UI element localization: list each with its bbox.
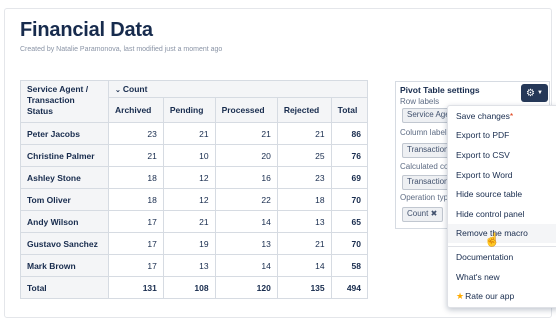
menu-item-export-csv[interactable]: Export to CSV — [448, 146, 556, 165]
page-byline: Created by Natalie Paramonova, last modi… — [20, 46, 223, 53]
settings-gear-button[interactable]: ⚙ ▼ — [521, 84, 548, 102]
table-cell: 23 — [108, 122, 164, 145]
row-total: 70 — [330, 188, 369, 211]
menu-item-export-pdf[interactable]: Export to PDF — [448, 126, 556, 145]
pivot-table: Service Agent / Transaction Status ⌄ Coun… — [20, 80, 369, 299]
table-cell: 22 — [214, 188, 278, 211]
row-agent: Gustavo Sanchez — [20, 232, 109, 255]
table-row: Ashley Stone 18 12 16 23 69 — [20, 166, 369, 189]
row-total: 70 — [330, 232, 369, 255]
row-total: 86 — [330, 122, 369, 145]
row-total: 58 — [330, 254, 369, 277]
table-cell: 135 — [276, 276, 332, 299]
row-total: 65 — [330, 210, 369, 233]
settings-dropdown-menu: Save changes* Export to PDF Export to CS… — [447, 105, 556, 308]
table-cell: 12 — [162, 166, 216, 189]
total-row: Total 131 108 120 135 494 — [20, 276, 369, 299]
column-header-archived: Archived — [108, 97, 164, 123]
column-labels-label: Column labels — [400, 128, 448, 137]
table-row: Peter Jacobs 23 21 21 21 86 — [20, 122, 369, 145]
row-agent: Ashley Stone — [20, 166, 109, 189]
menu-item-documentation[interactable]: Documentation — [448, 248, 556, 267]
table-cell: 18 — [108, 188, 164, 211]
table-cell: 17 — [108, 232, 164, 255]
table-cell: 16 — [214, 166, 278, 189]
table-cell: 20 — [214, 144, 278, 167]
gear-icon: ⚙ — [526, 87, 535, 99]
operation-type-label: Operation type — [400, 193, 448, 202]
row-agent: Tom Oliver — [20, 188, 109, 211]
table-cell: 14 — [276, 254, 332, 277]
menu-item-hide-source-table[interactable]: Hide source table — [448, 185, 556, 204]
settings-title: Pivot Table settings — [400, 85, 480, 95]
star-icon: ★ — [456, 291, 465, 301]
table-cell: 14 — [214, 254, 278, 277]
table-cell: 21 — [162, 210, 216, 233]
table-cell: 131 — [108, 276, 164, 299]
table-cell: 18 — [276, 188, 332, 211]
table-cell: 25 — [276, 144, 332, 167]
calculated-column-chip[interactable]: Transaction ID — [402, 175, 450, 190]
close-icon[interactable]: ✖ — [431, 209, 438, 218]
chevron-down-icon: ▼ — [537, 90, 543, 96]
total-row-label: Total — [20, 276, 109, 299]
row-total: 69 — [330, 166, 369, 189]
hand-pointer-icon: ☝ — [484, 232, 501, 247]
table-cell: 17 — [108, 210, 164, 233]
column-header-pending: Pending — [162, 97, 216, 123]
row-labels-chip[interactable]: Service Agent — [402, 108, 450, 123]
table-row: Christine Palmer 21 10 20 25 76 — [20, 144, 369, 167]
menu-item-whats-new[interactable]: What's new — [448, 268, 556, 287]
table-cell: 21 — [162, 122, 216, 145]
table-row: Mark Brown 17 13 14 14 58 — [20, 254, 369, 277]
table-cell: 19 — [162, 232, 216, 255]
table-cell: 12 — [162, 188, 216, 211]
table-cell: 17 — [108, 254, 164, 277]
table-cell: 14 — [214, 210, 278, 233]
table-cell: 13 — [214, 232, 278, 255]
table-cell: 18 — [108, 166, 164, 189]
unsaved-asterisk: * — [509, 111, 514, 121]
row-total: 76 — [330, 144, 369, 167]
row-agent: Mark Brown — [20, 254, 109, 277]
menu-item-export-word[interactable]: Export to Word — [448, 166, 556, 185]
row-agent: Peter Jacobs — [20, 122, 109, 145]
grand-total: 494 — [330, 276, 369, 299]
table-row: Tom Oliver 18 12 22 18 70 — [20, 188, 369, 211]
table-cell: 21 — [108, 144, 164, 167]
row-labels-label: Row labels — [400, 97, 440, 106]
table-cell: 21 — [214, 122, 278, 145]
menu-item-hide-control-panel[interactable]: Hide control panel — [448, 205, 556, 224]
column-header-total: Total — [330, 97, 369, 123]
table-cell: 13 — [276, 210, 332, 233]
column-header-processed: Processed — [214, 97, 278, 123]
table-cell: 10 — [162, 144, 216, 167]
menu-item-remove-macro[interactable]: Remove the macro — [448, 224, 556, 243]
operation-type-chip[interactable]: Count ✖ — [402, 207, 443, 222]
table-row: Andy Wilson 17 21 14 13 65 — [20, 210, 369, 233]
menu-item-rate-app[interactable]: ★Rate our app — [448, 287, 556, 306]
chevron-down-icon: ⌄ — [115, 87, 121, 94]
table-cell: 21 — [276, 122, 332, 145]
table-row: Gustavo Sanchez 17 19 13 21 70 — [20, 232, 369, 255]
table-cell: 108 — [162, 276, 216, 299]
menu-divider — [448, 246, 556, 247]
row-agent: Christine Palmer — [20, 144, 109, 167]
menu-item-save-changes[interactable]: Save changes* — [448, 107, 556, 126]
agent-column-header: Service Agent / Transaction Status — [20, 80, 109, 123]
table-cell: 21 — [276, 232, 332, 255]
table-cell: 23 — [276, 166, 332, 189]
table-cell: 13 — [162, 254, 216, 277]
page-title: Financial Data — [20, 19, 153, 41]
count-group-header[interactable]: ⌄ Count — [108, 80, 368, 98]
row-agent: Andy Wilson — [20, 210, 109, 233]
calculated-column-label: Calculated column — [400, 162, 448, 171]
table-cell: 120 — [214, 276, 278, 299]
column-header-rejected: Rejected — [276, 97, 332, 123]
column-labels-chip[interactable]: Transaction Status — [402, 143, 450, 158]
